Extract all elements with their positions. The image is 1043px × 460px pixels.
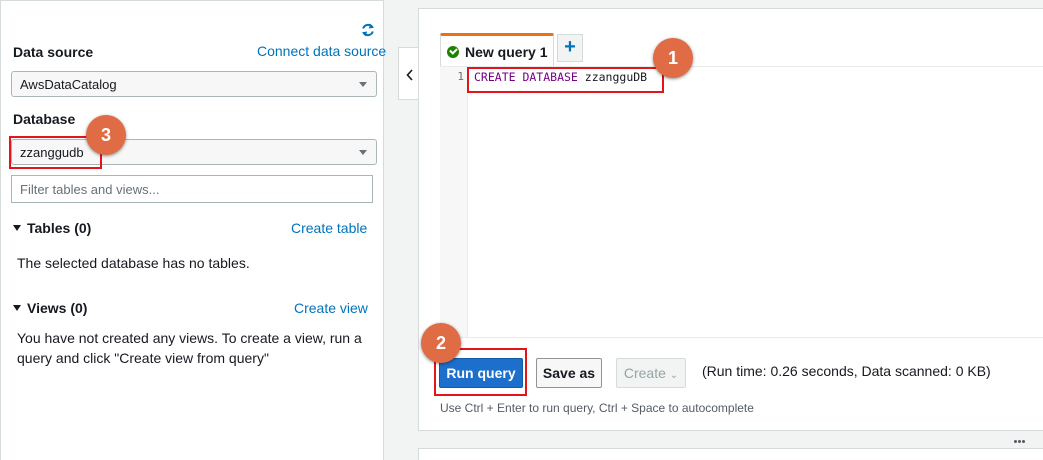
collapse-panel-button[interactable] [398, 47, 420, 100]
caret-down-icon [359, 150, 367, 155]
create-button-label: Create [623, 365, 666, 381]
save-as-button[interactable]: Save as [536, 358, 602, 388]
create-button[interactable]: Create ⌄ [616, 358, 686, 388]
caret-down-icon [13, 305, 21, 311]
run-status: (Run time: 0.26 seconds, Data scanned: 0… [702, 363, 991, 379]
views-header-label: Views (0) [27, 300, 88, 316]
connect-data-source-link[interactable]: Connect data source [257, 43, 386, 59]
more-icon[interactable] [1014, 430, 1028, 443]
data-source-label: Data source [13, 44, 94, 60]
highlight-box-query [467, 67, 664, 93]
annotation-marker-2: 2 [421, 323, 461, 363]
tab-new-query-1[interactable]: New query 1 [440, 33, 554, 66]
filter-tables-input[interactable] [11, 175, 373, 203]
refresh-icon[interactable] [360, 22, 376, 38]
create-view-link[interactable]: Create view [294, 300, 368, 316]
annotation-marker-3: 3 [86, 115, 126, 155]
caret-down-icon [13, 225, 21, 231]
chevron-left-icon [406, 69, 413, 81]
tables-empty-message: The selected database has no tables. [17, 255, 250, 271]
annotation-marker-1: 1 [653, 38, 693, 78]
caret-down-icon [359, 82, 367, 87]
data-source-select[interactable]: AwsDataCatalog [11, 71, 377, 97]
add-tab-button[interactable]: + [557, 34, 583, 62]
line-number: 1 [457, 70, 464, 83]
keyboard-hint: Use Ctrl + Enter to run query, Ctrl + Sp… [440, 401, 754, 415]
tables-header[interactable]: Tables (0) [13, 220, 91, 236]
check-circle-icon [447, 46, 459, 58]
data-source-value: AwsDataCatalog [20, 77, 117, 92]
create-table-link[interactable]: Create table [291, 220, 367, 236]
editor-gutter [440, 67, 468, 337]
chevron-down-icon: ⌄ [669, 370, 679, 381]
views-empty-message-line2: query and click "Create view from query" [17, 350, 269, 366]
views-empty-message-line1: You have not created any views. To creat… [17, 330, 362, 346]
results-panel [418, 448, 1043, 460]
views-header[interactable]: Views (0) [13, 300, 87, 316]
database-label: Database [13, 111, 76, 127]
editor-bottom-border [440, 337, 1043, 338]
tables-header-label: Tables (0) [27, 220, 92, 236]
tab-label: New query 1 [465, 44, 548, 60]
